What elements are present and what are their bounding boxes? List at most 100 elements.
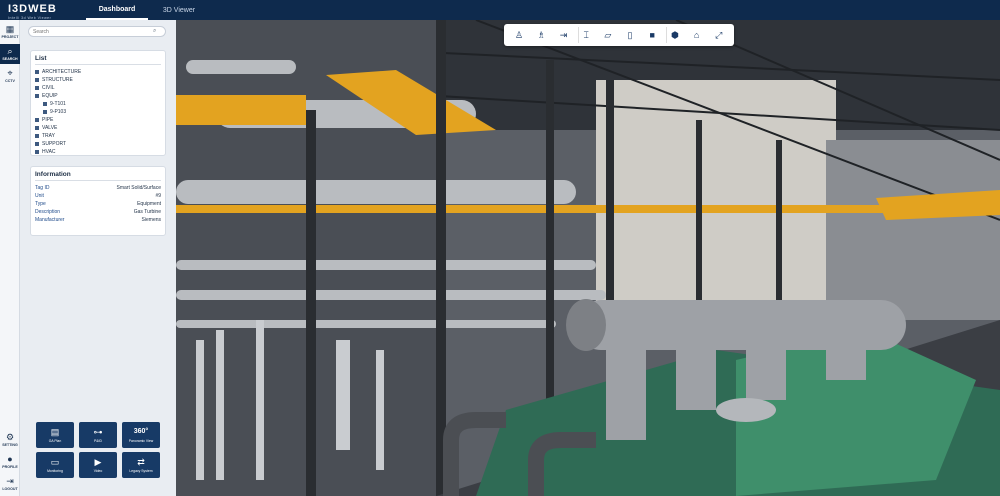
tree-expand-icon[interactable] [43, 102, 47, 106]
tree-expand-icon[interactable] [35, 86, 39, 90]
brand-name: I3DWEB [8, 2, 57, 15]
tree-item-label: CIVIL [42, 85, 55, 91]
rail-profile-label: PROFILE [2, 465, 18, 469]
tree-item-9-p103[interactable]: 9-P103 [35, 108, 161, 116]
info-key: Manufacturer [35, 217, 65, 223]
app-logo[interactable]: I3DWEB Intelli 3d Web Viewer [0, 0, 86, 20]
list-title: List [35, 55, 161, 65]
search-icon: ⌕ [7, 46, 13, 56]
rail-setting-label: SETTING [2, 443, 18, 447]
3d-viewport[interactable]: ♙ ♗ ⇥ ⌶ ▱ ▯ ■ ⬢ ⌂ ⤢ [176, 20, 1000, 496]
panorama-360-icon: 360° [133, 428, 149, 435]
rail-search-label: SEARCH [2, 57, 18, 61]
tree-expand-icon[interactable] [35, 118, 39, 122]
rail-profile-button[interactable]: ● PROFILE [0, 452, 20, 472]
section-plane-button[interactable]: ▱ [600, 27, 616, 43]
person-view-button[interactable]: ♗ [533, 27, 549, 43]
rail-search-button[interactable]: ⌕ SEARCH [0, 44, 20, 64]
tree-expand-icon[interactable] [35, 78, 39, 82]
section-box-icon: ▯ [627, 29, 633, 40]
tree-expand-icon[interactable] [35, 94, 39, 98]
information-card: Information Tag ID Smart Solid/Surface Un… [30, 166, 166, 236]
gear-icon: ⚙ [5, 432, 15, 442]
fullscreen-button[interactable]: ⤢ [711, 27, 727, 43]
person-view-icon: ♗ [537, 29, 546, 40]
tree-item-pipe[interactable]: PIPE [35, 116, 161, 124]
search-input[interactable] [33, 28, 153, 35]
tree-item-label: TRAY [42, 133, 55, 139]
rail-logout-button[interactable]: ⇥ LOGOUT [0, 474, 20, 494]
info-key: Type [35, 201, 46, 207]
tree-item-label: VALVE [42, 125, 58, 131]
tile-label: GA Plan [48, 439, 62, 443]
tree-expand-icon[interactable] [35, 142, 39, 146]
plant-scene [176, 20, 1000, 496]
monitoring-icon: ▭ [50, 457, 60, 467]
ga-plan-button[interactable]: ▤ GA Plan [36, 422, 74, 448]
tree-item-support[interactable]: SUPPORT [35, 140, 161, 148]
quick-access-tiles: ▤ GA Plan ⊶ P&ID 360° Panoramic View ▭ Monit… [36, 422, 166, 478]
list-card: List ARCHITECTURE STRUCTURE CIVIL EQUIP … [30, 50, 166, 156]
tree-item-equip[interactable]: EQUIP [35, 92, 161, 100]
solid-mode-button[interactable]: ■ [644, 27, 660, 43]
tree-item-label: HVAC [42, 149, 56, 155]
panoramic-view-button[interactable]: 360° Panoramic View [122, 422, 160, 448]
tree-item-label: 9-P103 [50, 109, 67, 115]
tree-item-label: PIPE [42, 117, 54, 123]
measure-point-button[interactable]: ⇥ [555, 27, 571, 43]
monitoring-button[interactable]: ▭ Monitoring [36, 452, 74, 478]
building-icon: ▦ [5, 24, 15, 34]
info-row-type: Type Equipment [35, 200, 161, 208]
info-row-unit: Unit #9 [35, 192, 161, 200]
tree-item-label: ARCHITECTURE [42, 69, 82, 75]
rail-project-label: PROJECT [1, 35, 19, 39]
search-icon[interactable]: ⌕ [153, 28, 156, 35]
solid-mode-icon: ■ [649, 30, 655, 40]
tree-item-architecture[interactable]: ARCHITECTURE [35, 68, 161, 76]
tree-item-label: STRUCTURE [42, 77, 73, 83]
video-button[interactable]: ▶ Video [79, 452, 117, 478]
info-row-tag-id: Tag ID Smart Solid/Surface [35, 184, 161, 192]
information-title: Information [35, 171, 161, 181]
tree-item-9-t101[interactable]: 9-T101 [35, 100, 161, 108]
tab-dashboard[interactable]: Dashboard [86, 0, 148, 20]
viewer-toolbar: ♙ ♗ ⇥ ⌶ ▱ ▯ ■ ⬢ ⌂ ⤢ [504, 24, 734, 46]
cube-view-button[interactable]: ⬢ [666, 27, 682, 43]
measure-distance-button[interactable]: ⌶ [577, 27, 594, 43]
tree-item-structure[interactable]: STRUCTURE [35, 76, 161, 84]
info-key: Tag ID [35, 185, 50, 191]
walk-mode-button[interactable]: ♙ [511, 27, 527, 43]
tab-3d-viewer[interactable]: 3D Viewer [148, 0, 210, 20]
tree-expand-icon[interactable] [35, 150, 39, 154]
section-box-button[interactable]: ▯ [622, 27, 638, 43]
tree-item-hvac[interactable]: HVAC [35, 148, 161, 156]
rail-cctv-button[interactable]: ⌖ CCTV [0, 66, 20, 86]
far-wall [826, 140, 1000, 320]
rail-setting-button[interactable]: ⚙ SETTING [0, 430, 20, 450]
info-value: Gas Turbine [133, 209, 161, 215]
video-icon: ▶ [94, 457, 102, 467]
tree-expand-icon[interactable] [35, 134, 39, 138]
pid-icon: ⊶ [93, 427, 103, 437]
tree-item-civil[interactable]: CIVIL [35, 84, 161, 92]
hierarchy-button[interactable]: ⌂ [689, 27, 705, 43]
pid-button[interactable]: ⊶ P&ID [79, 422, 117, 448]
tree-item-valve[interactable]: VALVE [35, 124, 161, 132]
logout-icon: ⇥ [6, 476, 14, 486]
rail-project-button[interactable]: ▦ PROJECT [0, 22, 20, 42]
tile-label: P&ID [94, 439, 102, 443]
tree-item-tray[interactable]: TRAY [35, 132, 161, 140]
info-key: Description [35, 209, 61, 215]
info-row-manufacturer: Manufacturer Siemens [35, 216, 161, 224]
tree-expand-icon[interactable] [35, 70, 39, 74]
left-panel: ⌕ List ARCHITECTURE STRUCTURE CIVIL EQUI… [26, 26, 170, 490]
tree-item-label: 9-T101 [50, 101, 66, 107]
tree-expand-icon[interactable] [43, 110, 47, 114]
legacy-system-button[interactable]: ⇄ Legacy System [122, 452, 160, 478]
icon-rail: ▦ PROJECT ⌕ SEARCH ⌖ CCTV ⚙ SETTING ● PR… [0, 20, 20, 496]
ga-plan-icon: ▤ [50, 427, 60, 437]
tree-expand-icon[interactable] [35, 126, 39, 130]
tile-label: Monitoring [47, 469, 63, 473]
tree-item-label: EQUIP [42, 93, 58, 99]
info-value: Siemens [141, 217, 161, 223]
